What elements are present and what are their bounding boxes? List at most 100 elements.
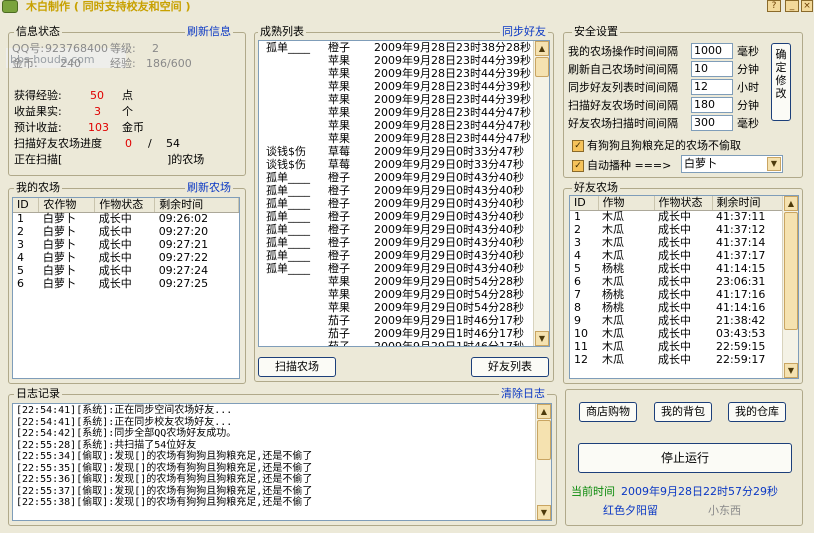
log-scrollbar[interactable]: ▲ ▼ <box>535 404 551 520</box>
scroll-thumb[interactable] <box>535 57 549 77</box>
myfarm-list[interactable]: ID 农作物 作物状态 剩余时间 1 白萝卜 成长中 09:26:02 2 白萝卜 成长中 0… <box>12 197 240 379</box>
clear-log-link[interactable]: 清除日志 <box>499 388 547 400</box>
table-row[interactable]: 1 白萝卜 成长中 09:26:02 <box>13 212 239 225</box>
table-cell: 10 <box>574 326 588 340</box>
table-row[interactable]: 10 木瓜 成长中 03:43:53 <box>570 327 782 340</box>
table-cell: 09:27:24 <box>158 263 209 277</box>
log-textarea[interactable]: [22:54:41][系统]:正在同步空间农场好友... [22:54:41][系… <box>12 403 552 521</box>
table-row[interactable]: 苹果 2009年9月28日23时44分39秒 <box>262 80 531 93</box>
table-row[interactable]: 7 杨桃 成长中 41:17:16 <box>570 288 782 301</box>
table-row[interactable]: 茄子 2009年9月29日1时46分17秒 <box>262 339 531 347</box>
table-cell: 苹果 <box>328 79 350 93</box>
close-button[interactable]: × <box>801 0 813 12</box>
scroll-thumb[interactable] <box>537 420 551 460</box>
bag-button[interactable]: 我的背包 <box>654 402 712 422</box>
table-row[interactable]: 苹果 2009年9月28日23时44分39秒 <box>262 54 531 67</box>
scroll-up-icon[interactable]: ▲ <box>535 41 549 56</box>
table-row[interactable]: 2 白萝卜 成长中 09:27:20 <box>13 225 239 238</box>
table-row[interactable]: 4 白萝卜 成长中 09:27:22 <box>13 251 239 264</box>
setting-input[interactable]: 300 <box>691 115 733 131</box>
col-status[interactable]: 作物状态 <box>94 198 156 213</box>
minimize-button[interactable]: _ <box>785 0 799 12</box>
dog-checkbox[interactable]: ✓ <box>572 140 584 152</box>
ripe-scrollbar[interactable]: ▲ ▼ <box>533 41 549 346</box>
table-row[interactable]: 苹果 2009年9月29日0时54分28秒 <box>262 275 531 288</box>
table-row[interactable]: 苹果 2009年9月28日23时44分39秒 <box>262 93 531 106</box>
col-crop[interactable]: 作物 <box>598 196 655 211</box>
table-row[interactable]: 3 木瓜 成长中 41:37:14 <box>570 236 782 249</box>
table-row[interactable]: 孤单____ 橙子 2009年9月29日0时43分40秒 <box>262 197 531 210</box>
table-row[interactable]: 孤单____ 橙子 2009年9月29日0时43分40秒 <box>262 249 531 262</box>
dropdown-icon[interactable]: ▼ <box>767 157 781 171</box>
table-row[interactable]: 孤单____ 橙子 2009年9月29日0时43分40秒 <box>262 223 531 236</box>
table-row[interactable]: 2 木瓜 成长中 41:37:12 <box>570 223 782 236</box>
table-row[interactable]: 苹果 2009年9月28日23时44分47秒 <box>262 106 531 119</box>
col-time[interactable]: 剩余时间 <box>712 196 783 211</box>
col-id[interactable]: ID <box>570 196 599 211</box>
auto-sow-checkbox[interactable]: ✓ <box>572 160 584 172</box>
col-status[interactable]: 作物状态 <box>654 196 713 211</box>
confirm-button[interactable]: 确定修改 <box>771 43 791 121</box>
table-row[interactable]: 孤单____ 橙子 2009年9月28日23时38分28秒 <box>262 41 531 54</box>
table-row[interactable]: 孤单____ 橙子 2009年9月29日0时43分40秒 <box>262 236 531 249</box>
sync-friends-link[interactable]: 同步好友 <box>500 26 548 38</box>
table-row[interactable]: 苹果 2009年9月28日23时44分47秒 <box>262 132 531 145</box>
table-row[interactable]: 4 木瓜 成长中 41:37:17 <box>570 249 782 262</box>
table-row[interactable]: 9 木瓜 成长中 21:38:42 <box>570 314 782 327</box>
setting-input[interactable]: 180 <box>691 97 733 113</box>
scroll-up-icon[interactable]: ▲ <box>784 196 798 211</box>
scan-progress-label: 扫描好友农场进度 <box>14 137 102 150</box>
friendfarm-list[interactable]: ID 作物 作物状态 剩余时间 1 木瓜 成长中 41:37:11 2 木瓜 成长中 41:3… <box>569 195 799 379</box>
table-row[interactable]: 苹果 2009年9月29日0时54分28秒 <box>262 288 531 301</box>
table-row[interactable]: 11 木瓜 成长中 22:59:15 <box>570 340 782 353</box>
table-row[interactable]: 3 白萝卜 成长中 09:27:21 <box>13 238 239 251</box>
table-row[interactable]: 12 木瓜 成长中 22:59:17 <box>570 353 782 366</box>
scroll-down-icon[interactable]: ▼ <box>784 363 798 378</box>
shop-button[interactable]: 商店购物 <box>579 402 637 422</box>
table-row[interactable]: 谈钱$伤 草莓 2009年9月29日0时33分47秒 <box>262 158 531 171</box>
table-cell: 5 <box>574 261 581 275</box>
table-row[interactable]: 苹果 2009年9月28日23时44分47秒 <box>262 119 531 132</box>
col-time[interactable]: 剩余时间 <box>154 198 239 213</box>
table-row[interactable]: 谈钱$伤 草莓 2009年9月29日0时33分47秒 <box>262 145 531 158</box>
table-row[interactable]: 1 木瓜 成长中 41:37:11 <box>570 210 782 223</box>
table-row[interactable]: 孤单____ 橙子 2009年9月29日0时43分40秒 <box>262 262 531 275</box>
warehouse-button[interactable]: 我的仓库 <box>728 402 786 422</box>
setting-input[interactable]: 1000 <box>691 43 733 59</box>
scan-farm-button[interactable]: 扫描农场 <box>258 357 336 377</box>
setting-input[interactable]: 10 <box>691 61 733 77</box>
table-row[interactable]: 孤单____ 橙子 2009年9月29日0时43分40秒 <box>262 171 531 184</box>
refresh-info-link[interactable]: 刷新信息 <box>185 26 233 38</box>
table-row[interactable]: 孤单____ 橙子 2009年9月29日0时43分40秒 <box>262 184 531 197</box>
scroll-down-icon[interactable]: ▼ <box>537 505 551 520</box>
scroll-down-icon[interactable]: ▼ <box>535 331 549 346</box>
table-cell: 2009年9月29日1时46分17秒 <box>374 339 524 347</box>
table-row[interactable]: 孤单____ 橙子 2009年9月29日0时43分40秒 <box>262 210 531 223</box>
seed-select[interactable]: 白萝卜 ▼ <box>681 155 783 173</box>
scroll-up-icon[interactable]: ▲ <box>537 404 551 419</box>
window-menu-button[interactable]: ? <box>767 0 781 12</box>
stop-button[interactable]: 停止运行 <box>578 443 792 473</box>
friend-scrollbar[interactable]: ▲ ▼ <box>782 196 798 378</box>
col-id[interactable]: ID <box>13 198 40 213</box>
table-row[interactable]: 5 杨桃 成长中 41:14:15 <box>570 262 782 275</box>
app-icon <box>2 0 18 13</box>
setting-input[interactable]: 12 <box>691 79 733 95</box>
friend-list-button[interactable]: 好友列表 <box>471 357 549 377</box>
table-row[interactable]: 6 白萝卜 成长中 09:27:25 <box>13 277 239 290</box>
table-row[interactable]: 茄子 2009年9月29日1时46分17秒 <box>262 327 531 340</box>
table-row[interactable]: 苹果 2009年9月28日23时44分39秒 <box>262 67 531 80</box>
refresh-farm-link[interactable]: 刷新农场 <box>185 182 233 194</box>
col-crop[interactable]: 农作物 <box>38 198 96 213</box>
table-cell: 成长中 <box>98 237 132 251</box>
table-row[interactable]: 苹果 2009年9月29日0时54分28秒 <box>262 301 531 314</box>
table-cell: 2009年9月28日23时44分39秒 <box>374 53 531 67</box>
table-row[interactable]: 茄子 2009年9月29日1时46分17秒 <box>262 314 531 327</box>
ripe-list[interactable]: 孤单____ 橙子 2009年9月28日23时38分28秒 苹果 2009年9月28日2… <box>258 40 550 347</box>
table-cell <box>262 327 324 340</box>
table-row[interactable]: 6 木瓜 成长中 23:06:31 <box>570 275 782 288</box>
table-row[interactable]: 5 白萝卜 成长中 09:27:24 <box>13 264 239 277</box>
table-row[interactable]: 8 杨桃 成长中 41:14:16 <box>570 301 782 314</box>
table-cell: 41:37:12 <box>716 222 766 236</box>
scroll-thumb[interactable] <box>784 212 798 330</box>
